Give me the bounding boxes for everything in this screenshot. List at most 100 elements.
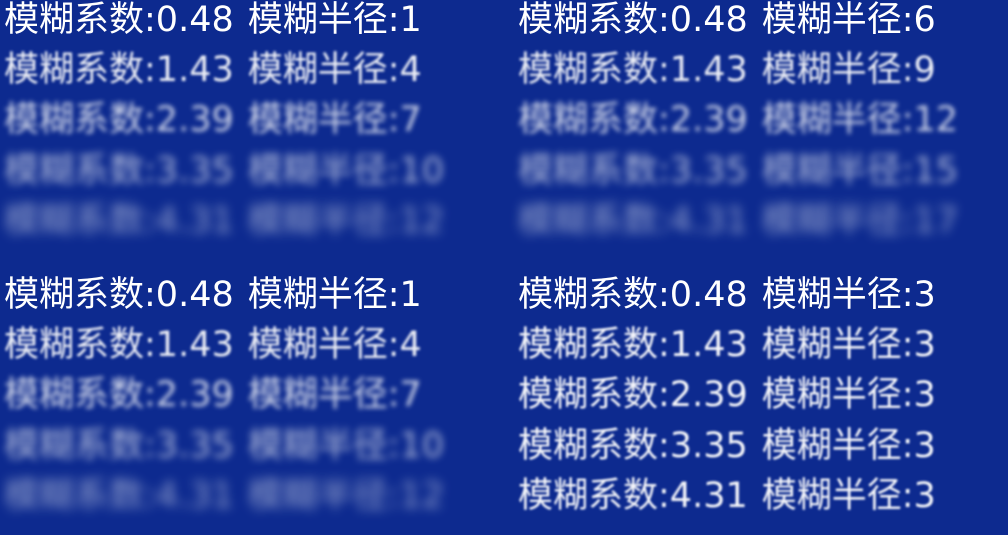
radius-label: 模糊半径: xyxy=(247,426,400,466)
coef-value: 1.43 xyxy=(669,50,748,90)
radius-label: 模糊半径: xyxy=(761,50,914,90)
radius-label: 模糊半径: xyxy=(761,100,914,140)
blur-sample-row: 模糊系数:1.43 模糊半径:4 xyxy=(4,46,422,94)
coef-label: 模糊系数: xyxy=(4,50,156,90)
blur-sample-row: 模糊系数:1.43 模糊半径:9 xyxy=(518,46,936,94)
coef-value: 2.39 xyxy=(155,375,234,415)
coef-value: 3.35 xyxy=(155,151,234,191)
radius-label: 模糊半径: xyxy=(761,0,914,40)
coef-label: 模糊系数: xyxy=(518,100,670,140)
coef-value: 0.48 xyxy=(669,0,748,40)
radius-value: 1 xyxy=(399,275,422,315)
coef-value: 1.43 xyxy=(669,325,748,365)
blur-panel-bottom-right: 模糊系数:0.48 模糊半径:3 模糊系数:1.43 模糊半径:3 模糊系数:2.3… xyxy=(514,275,1008,535)
radius-value: 3 xyxy=(913,375,936,415)
radius-value: 12 xyxy=(399,201,445,241)
coef-value: 3.35 xyxy=(669,426,748,466)
radius-label: 模糊半径: xyxy=(761,275,914,315)
radius-label: 模糊半径: xyxy=(247,151,400,191)
coef-label: 模糊系数: xyxy=(518,375,670,415)
blur-sample-row: 模糊系数:1.43 模糊半径:3 xyxy=(518,321,936,369)
radius-value: 3 xyxy=(913,325,936,365)
coef-label: 模糊系数: xyxy=(4,201,156,241)
radius-label: 模糊半径: xyxy=(761,325,914,365)
radius-value: 10 xyxy=(399,151,445,191)
coef-label: 模糊系数: xyxy=(4,476,156,516)
radius-value: 17 xyxy=(913,201,959,241)
coef-label: 模糊系数: xyxy=(4,151,156,191)
radius-value: 10 xyxy=(399,426,445,466)
blur-sample-row: 模糊系数:4.31 模糊半径:12 xyxy=(4,472,444,520)
coef-label: 模糊系数: xyxy=(518,0,670,40)
blur-sample-row: 模糊系数:4.31 模糊半径:3 xyxy=(518,472,936,520)
radius-value: 3 xyxy=(913,476,936,516)
blur-panel-top-right: 模糊系数:0.48 模糊半径:6 模糊系数:1.43 模糊半径:9 模糊系数:2.3… xyxy=(514,0,1008,260)
radius-value: 9 xyxy=(913,50,936,90)
radius-value: 7 xyxy=(399,375,422,415)
radius-value: 12 xyxy=(913,100,959,140)
blur-sample-row: 模糊系数:3.35 模糊半径:10 xyxy=(4,147,444,195)
blur-sample-row: 模糊系数:3.35 模糊半径:10 xyxy=(4,422,444,470)
coef-value: 0.48 xyxy=(155,275,234,315)
coef-label: 模糊系数: xyxy=(4,426,156,466)
coef-value: 1.43 xyxy=(155,325,234,365)
radius-label: 模糊半径: xyxy=(761,375,914,415)
coef-label: 模糊系数: xyxy=(518,151,670,191)
coef-value: 4.31 xyxy=(669,476,748,516)
coef-label: 模糊系数: xyxy=(518,275,670,315)
coef-label: 模糊系数: xyxy=(518,426,670,466)
blur-sample-row: 模糊系数:0.48 模糊半径:1 xyxy=(4,0,422,44)
radius-label: 模糊半径: xyxy=(247,100,400,140)
radius-label: 模糊半径: xyxy=(761,201,914,241)
radius-label: 模糊半径: xyxy=(247,476,400,516)
coef-value: 2.39 xyxy=(669,375,748,415)
radius-label: 模糊半径: xyxy=(247,0,400,40)
radius-value: 1 xyxy=(399,0,422,40)
radius-label: 模糊半径: xyxy=(761,426,914,466)
radius-value: 3 xyxy=(913,275,936,315)
blur-sample-row: 模糊系数:2.39 模糊半径:7 xyxy=(4,96,422,144)
blur-sample-row: 模糊系数:3.35 模糊半径:15 xyxy=(518,147,958,195)
blur-sample-row: 模糊系数:2.39 模糊半径:12 xyxy=(518,96,958,144)
coef-label: 模糊系数: xyxy=(4,375,156,415)
blur-sample-row: 模糊系数:4.31 模糊半径:17 xyxy=(518,197,958,245)
radius-label: 模糊半径: xyxy=(247,201,400,241)
blur-sample-row: 模糊系数:4.31 模糊半径:12 xyxy=(4,197,444,245)
coef-value: 0.48 xyxy=(155,0,234,40)
blur-sample-row: 模糊系数:0.48 模糊半径:3 xyxy=(518,271,936,319)
radius-label: 模糊半径: xyxy=(247,325,400,365)
coef-value: 3.35 xyxy=(155,426,234,466)
blur-sample-row: 模糊系数:0.48 模糊半径:1 xyxy=(4,271,422,319)
coef-value: 3.35 xyxy=(669,151,748,191)
radius-label: 模糊半径: xyxy=(761,476,914,516)
blur-panel-top-left: 模糊系数:0.48 模糊半径:1 模糊系数:1.43 模糊半径:4 模糊系数:2.3… xyxy=(0,0,500,260)
coef-label: 模糊系数: xyxy=(518,476,670,516)
coef-value: 1.43 xyxy=(155,50,234,90)
coef-value: 0.48 xyxy=(669,275,748,315)
coef-value: 2.39 xyxy=(669,100,748,140)
radius-value: 3 xyxy=(913,426,936,466)
coef-value: 4.31 xyxy=(155,201,234,241)
coef-label: 模糊系数: xyxy=(4,0,156,40)
coef-label: 模糊系数: xyxy=(518,201,670,241)
blur-panel-bottom-left: 模糊系数:0.48 模糊半径:1 模糊系数:1.43 模糊半径:4 模糊系数:2.3… xyxy=(0,275,500,535)
coef-label: 模糊系数: xyxy=(4,275,156,315)
radius-label: 模糊半径: xyxy=(247,275,400,315)
blur-sample-row: 模糊系数:0.48 模糊半径:6 xyxy=(518,0,936,44)
radius-value: 15 xyxy=(913,151,959,191)
coef-value: 4.31 xyxy=(155,476,234,516)
coef-label: 模糊系数: xyxy=(4,325,156,365)
radius-label: 模糊半径: xyxy=(247,50,400,90)
coef-label: 模糊系数: xyxy=(4,100,156,140)
radius-label: 模糊半径: xyxy=(761,151,914,191)
radius-value: 7 xyxy=(399,100,422,140)
blur-sample-row: 模糊系数:3.35 模糊半径:3 xyxy=(518,422,936,470)
coef-label: 模糊系数: xyxy=(518,325,670,365)
blur-sample-row: 模糊系数:2.39 模糊半径:7 xyxy=(4,371,422,419)
radius-value: 6 xyxy=(913,0,936,40)
radius-label: 模糊半径: xyxy=(247,375,400,415)
coef-value: 2.39 xyxy=(155,100,234,140)
coef-label: 模糊系数: xyxy=(518,50,670,90)
blur-sample-row: 模糊系数:2.39 模糊半径:3 xyxy=(518,371,936,419)
coef-value: 4.31 xyxy=(669,201,748,241)
